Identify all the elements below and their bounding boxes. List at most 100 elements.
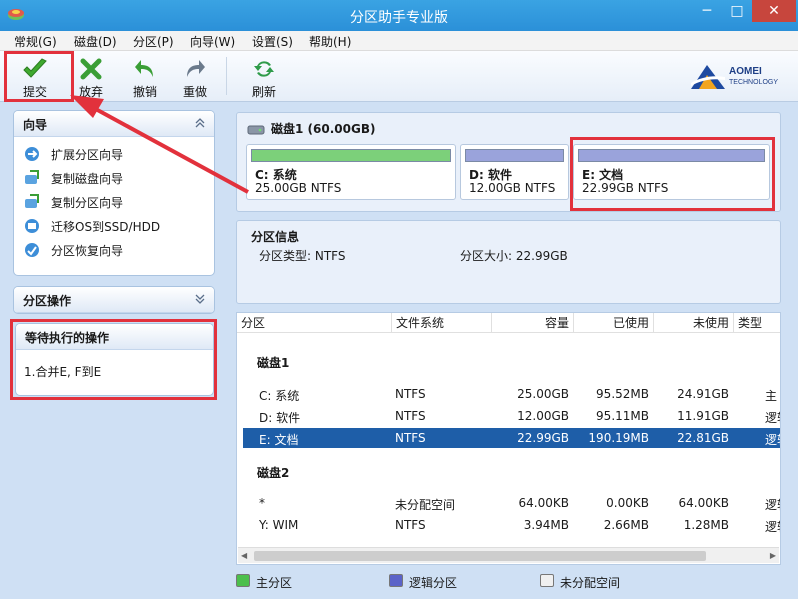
partition-info: 分区信息 分区类型: NTFS 分区大小: 22.99GB (236, 220, 781, 304)
wizard-panel-header[interactable]: 向导 (14, 111, 214, 137)
column-header-used[interactable]: 已使用 (574, 313, 654, 333)
partition-table: 分区 文件系统 容量 已使用 未使用 类型 磁盘1 C: 系统 NTFS 25.… (236, 312, 781, 565)
partition-ops-panel[interactable]: 分区操作 (13, 286, 215, 314)
expand-chevron-icon[interactable] (194, 293, 206, 305)
migrate-os-icon (25, 219, 39, 233)
undo-button[interactable]: 撤销 (123, 54, 167, 100)
column-header-free[interactable]: 未使用 (654, 313, 734, 333)
menu-settings[interactable]: 设置(S) (252, 33, 293, 50)
wizard-item-label: 扩展分区向导 (51, 148, 124, 162)
cell-partition: * (259, 496, 265, 510)
wizard-panel-title: 向导 (23, 118, 48, 132)
cell-type: 逻辑 (765, 411, 780, 425)
undo-arrow-icon (135, 60, 153, 77)
cell-capacity: 64.00KB (518, 496, 569, 510)
annotation-box-commit (4, 51, 74, 102)
collapse-chevron-icon[interactable] (194, 117, 206, 129)
cell-used: 0.00KB (606, 496, 649, 510)
cell-free: 11.91GB (677, 409, 729, 423)
toolbar-separator (226, 57, 227, 95)
wizard-item-label: 分区恢复向导 (51, 244, 124, 258)
cell-used: 190.19MB (588, 431, 649, 445)
cell-free: 1.28MB (683, 518, 729, 532)
undo-label: 撤销 (132, 85, 157, 99)
cell-free: 22.81GB (677, 431, 729, 445)
partition-recovery-icon (25, 243, 39, 257)
column-header-capacity[interactable]: 容量 (492, 313, 574, 333)
legend-swatch-primary (236, 574, 250, 587)
wizard-item-label: 复制分区向导 (51, 196, 124, 210)
column-header-type[interactable]: 类型 (734, 313, 780, 333)
partition-info-title: 分区信息 (251, 230, 300, 244)
menu-bar: 常规(G) 磁盘(D) 分区(P) 向导(W) 设置(S) 帮助(H) (0, 31, 798, 51)
title-bar: 分区助手专业版 ─ □ ✕ (0, 0, 798, 31)
cell-type: 逻辑 (765, 498, 780, 512)
cell-filesystem: NTFS (395, 431, 426, 445)
maximize-button[interactable]: □ (724, 0, 750, 22)
cell-capacity: 25.00GB (517, 387, 569, 401)
cell-filesystem: NTFS (395, 518, 426, 532)
partition-ops-header[interactable]: 分区操作 (14, 287, 214, 313)
refresh-label: 刷新 (251, 85, 276, 99)
discard-button[interactable]: 放弃 (69, 54, 113, 100)
cell-filesystem: NTFS (395, 387, 426, 401)
cell-capacity: 22.99GB (517, 431, 569, 445)
legend-swatch-logical (389, 574, 403, 587)
wizard-item-label: 迁移OS到SSD/HDD (51, 220, 161, 234)
menu-help[interactable]: 帮助(H) (309, 33, 351, 50)
legend-label: 主分区 (256, 576, 293, 590)
redo-button[interactable]: 重做 (173, 54, 217, 100)
scroll-right-icon[interactable]: ▶ (770, 551, 776, 560)
cell-type: 逻辑 (765, 433, 780, 447)
copy-partition-icon (25, 194, 39, 208)
partition-block-d[interactable]: D: 软件 12.00GB NTFS (460, 144, 569, 200)
cell-used: 2.66MB (603, 518, 649, 532)
menu-disk[interactable]: 磁盘(D) (74, 33, 117, 50)
aomei-brand-sub: TECHNOLOGY (729, 79, 779, 86)
aomei-brand-name: AOMEI (729, 66, 762, 77)
partition-ops-title: 分区操作 (23, 294, 72, 308)
refresh-button[interactable]: 刷新 (242, 54, 286, 100)
cell-free: 24.91GB (677, 387, 729, 401)
column-header-partition[interactable]: 分区 (237, 313, 392, 333)
legend-swatch-unallocated (540, 574, 554, 587)
table-row[interactable]: D: 软件 NTFS 12.00GB 95.11MB 11.91GB 逻辑 (243, 406, 780, 426)
cell-partition: D: 软件 (259, 411, 301, 425)
horizontal-scrollbar[interactable]: ◀ ▶ (238, 547, 779, 563)
aomei-logo: AOMEI TECHNOLOGY (689, 61, 784, 91)
annotation-box-partition-e (570, 137, 775, 211)
partition-size-text: 分区大小: 22.99GB (460, 249, 568, 263)
menu-partition[interactable]: 分区(P) (133, 33, 174, 50)
toolbar: 提交 放弃 撤销 重做 刷新 AOMEI TECHNOLOGY (0, 51, 798, 102)
table-row[interactable]: C: 系统 NTFS 25.00GB 95.52MB 24.91GB 主 (243, 384, 780, 404)
cell-type: 逻辑 (765, 520, 780, 534)
menu-wizard[interactable]: 向导(W) (190, 33, 235, 50)
group-label-disk2: 磁盘2 (257, 466, 290, 480)
cell-partition: E: 文档 (259, 433, 299, 447)
extend-partition-icon (25, 147, 39, 161)
partition-type-text: 分区类型: NTFS (259, 249, 346, 263)
menu-general[interactable]: 常规(G) (14, 33, 57, 50)
cell-type: 主 (765, 389, 778, 403)
annotation-box-pending (10, 319, 217, 400)
scrollbar-thumb[interactable] (254, 551, 706, 561)
window-title: 分区助手专业版 (350, 10, 448, 26)
partition-size: 25.00GB NTFS (255, 181, 342, 195)
refresh-icon (254, 61, 274, 77)
disk-title: 磁盘1 (60.00GB) (247, 120, 375, 137)
minimize-button[interactable]: ─ (694, 0, 720, 22)
legend-label: 未分配空间 (560, 576, 621, 590)
disk-title-text: 磁盘1 (60.00GB) (271, 122, 376, 136)
column-header-filesystem[interactable]: 文件系统 (392, 313, 492, 333)
partition-block-c[interactable]: C: 系统 25.00GB NTFS (246, 144, 456, 200)
redo-label: 重做 (182, 85, 207, 99)
cell-partition: Y: WIM (259, 518, 299, 532)
copy-disk-icon (25, 170, 39, 184)
scroll-left-icon[interactable]: ◀ (241, 551, 247, 560)
disk-icon (247, 125, 265, 135)
table-row[interactable]: * 未分配空间 64.00KB 0.00KB 64.00KB 逻辑 (243, 493, 780, 513)
table-row[interactable]: Y: WIM NTFS 3.94MB 2.66MB 1.28MB 逻辑 (243, 515, 780, 535)
table-row-selected[interactable]: E: 文档 NTFS 22.99GB 190.19MB 22.81GB 逻辑 (243, 428, 780, 448)
close-button[interactable]: ✕ (752, 0, 796, 22)
group-label-disk1: 磁盘1 (257, 356, 290, 370)
